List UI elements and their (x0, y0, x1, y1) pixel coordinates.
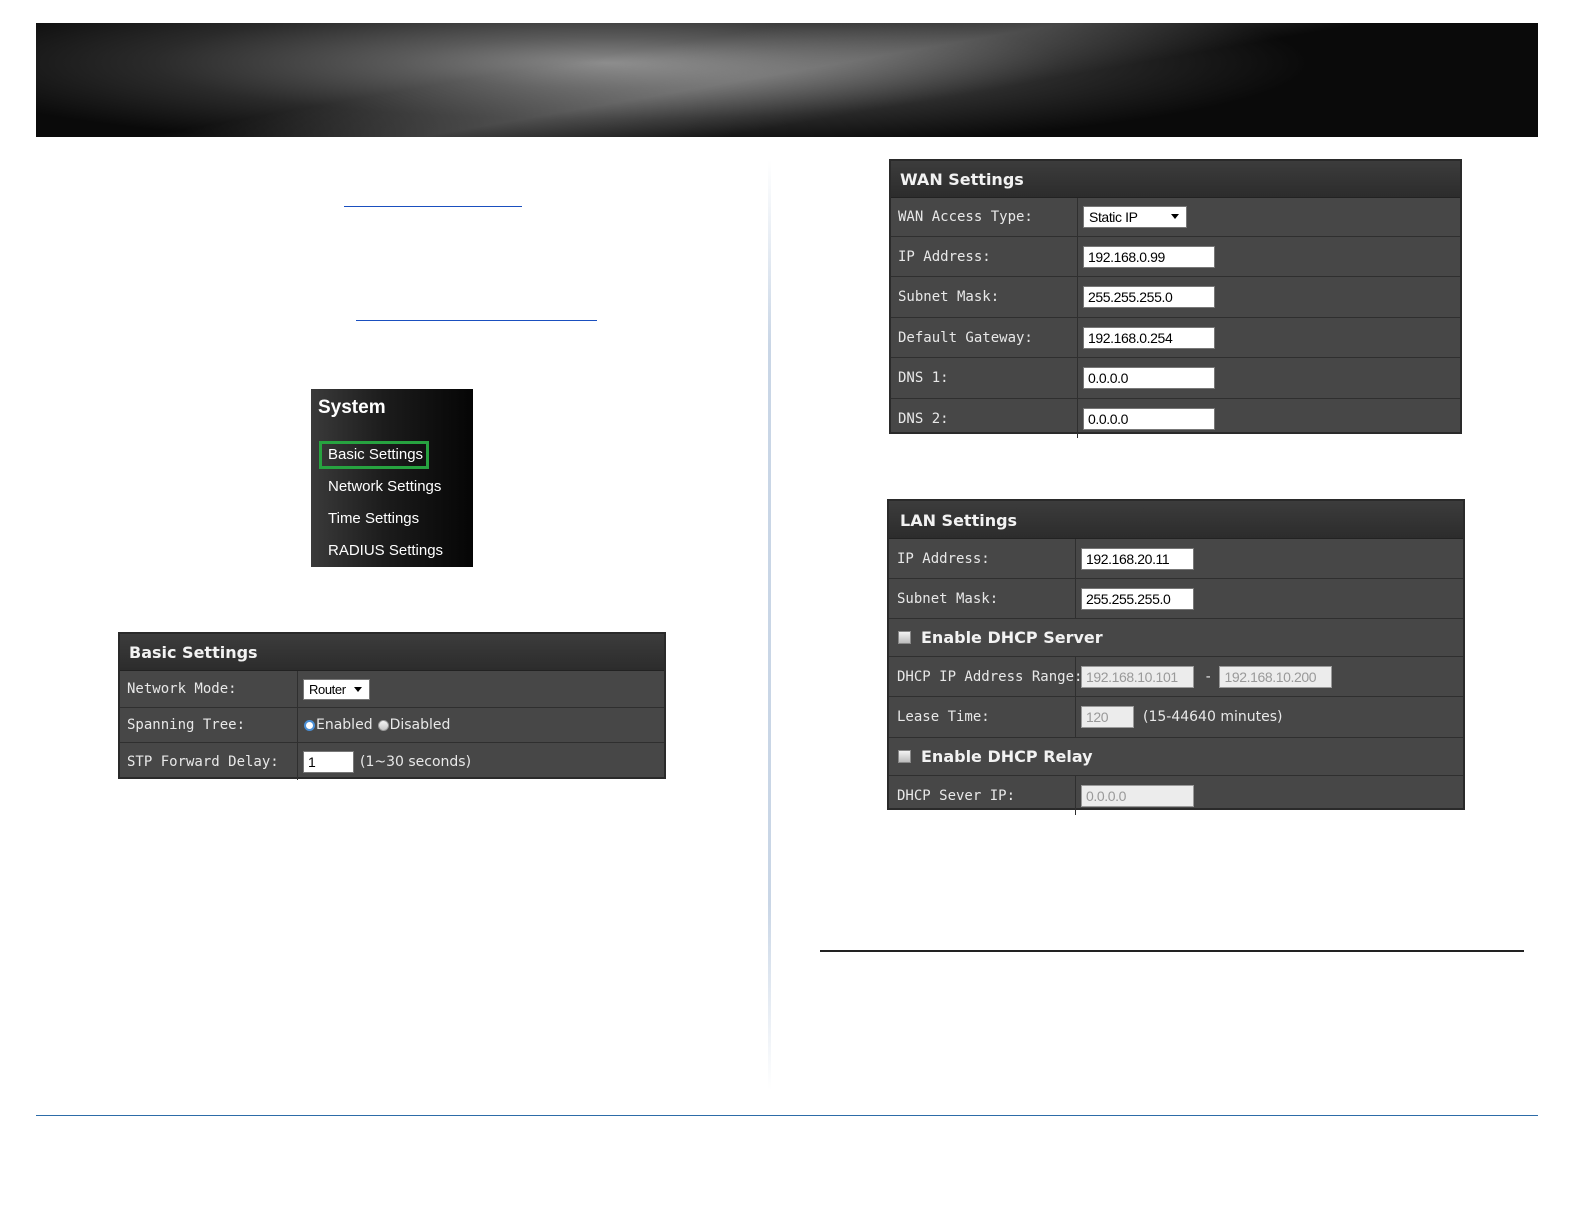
basic-settings-panel: Basic Settings Network Mode: Router Span… (118, 632, 666, 780)
wan-dns1-label: DNS 1: (891, 358, 1078, 398)
wan-dns1-row: DNS 1: 0.0.0.0 (891, 358, 1460, 399)
menu-item-time-settings[interactable]: Time Settings (328, 510, 419, 527)
spanning-tree-enabled-label: Enabled (316, 717, 373, 733)
wan-dns2-input[interactable]: 0.0.0.0 (1083, 407, 1215, 430)
lan-settings-title: LAN Settings (889, 501, 1463, 539)
wan-subnet-row: Subnet Mask: 255.255.255.0 (891, 277, 1460, 318)
system-menu-title: System (318, 397, 386, 418)
chevron-down-icon (354, 686, 362, 692)
wan-access-type-value: Static IP (1089, 209, 1138, 225)
link-underline-1[interactable] (344, 206, 522, 207)
wan-dns1-input[interactable]: 0.0.0.0 (1083, 367, 1215, 389)
wan-subnet-input[interactable]: 255.255.255.0 (1083, 286, 1215, 308)
menu-item-basic-settings[interactable]: Basic Settings (328, 446, 423, 463)
spanning-tree-disabled-radio[interactable] (377, 719, 389, 731)
spanning-tree-label: Spanning Tree: (120, 708, 298, 742)
wan-access-type-label: WAN Access Type: (891, 198, 1078, 236)
lan-ip-input[interactable]: 192.168.20.11 (1081, 547, 1194, 570)
wan-subnet-label: Subnet Mask: (891, 277, 1078, 317)
dhcp-server-ip-label: DHCP Sever IP: (889, 776, 1076, 815)
wan-gateway-label: Default Gateway: (891, 318, 1078, 357)
stp-forward-delay-label: STP Forward Delay: (120, 743, 298, 780)
dhcp-range-start-input[interactable]: 192.168.10.101 (1081, 665, 1194, 688)
wan-access-type-select[interactable]: Static IP (1083, 206, 1187, 228)
lan-subnet-label: Subnet Mask: (889, 579, 1076, 618)
lease-time-hint: (15-44640 minutes) (1143, 709, 1283, 725)
enable-dhcp-relay-row: Enable DHCP Relay (889, 738, 1463, 776)
network-mode-value: Router (309, 681, 346, 697)
lan-ip-row: IP Address: 192.168.20.11 (889, 539, 1463, 579)
enable-dhcp-server-label: Enable DHCP Server (921, 628, 1103, 647)
wan-dns2-label: DNS 2: (891, 399, 1078, 438)
network-mode-select[interactable]: Router (303, 678, 370, 700)
dhcp-server-ip-row: DHCP Sever IP: 0.0.0.0 (889, 776, 1463, 815)
enable-dhcp-server-checkbox[interactable] (898, 631, 911, 644)
stp-forward-delay-row: STP Forward Delay: 1 (1~30 seconds) (120, 743, 664, 780)
menu-item-network-settings[interactable]: Network Settings (328, 478, 441, 495)
lease-time-label: Lease Time: (889, 697, 1076, 737)
lan-subnet-row: Subnet Mask: 255.255.255.0 (889, 579, 1463, 619)
lan-ip-label: IP Address: (889, 539, 1076, 578)
dhcp-range-separator: - (1204, 668, 1213, 685)
dhcp-range-row: DHCP IP Address Range: 192.168.10.101 - … (889, 657, 1463, 697)
wan-settings-panel: WAN Settings WAN Access Type: Static IP … (889, 159, 1462, 438)
wan-settings-title: WAN Settings (891, 161, 1460, 198)
column-divider (768, 160, 771, 1090)
chevron-down-icon (1171, 214, 1179, 219)
spanning-tree-row: Spanning Tree: Enabled Disabled (120, 708, 664, 743)
lan-subnet-input[interactable]: 255.255.255.0 (1081, 587, 1194, 610)
network-mode-row: Network Mode: Router (120, 671, 664, 708)
link-underline-2[interactable] (356, 320, 597, 321)
lease-time-input[interactable]: 120 (1081, 706, 1134, 728)
basic-settings-title: Basic Settings (120, 634, 664, 671)
stp-forward-delay-input[interactable]: 1 (303, 750, 354, 773)
lease-time-row: Lease Time: 120 (15-44640 minutes) (889, 697, 1463, 738)
section-rule (820, 950, 1524, 952)
spanning-tree-enabled-radio[interactable] (304, 719, 315, 731)
wan-dns2-row: DNS 2: 0.0.0.0 (891, 399, 1460, 438)
menu-item-radius-settings[interactable]: RADIUS Settings (328, 542, 443, 559)
wan-ip-row: IP Address: 192.168.0.99 (891, 237, 1460, 277)
network-mode-label: Network Mode: (120, 671, 298, 707)
stp-forward-delay-hint: (1~30 seconds) (360, 753, 472, 770)
wan-ip-input[interactable]: 192.168.0.99 (1083, 245, 1215, 268)
dhcp-server-ip-input[interactable]: 0.0.0.0 (1081, 784, 1194, 807)
wan-access-type-row: WAN Access Type: Static IP (891, 198, 1460, 237)
lan-settings-panel: LAN Settings IP Address: 192.168.20.11 S… (887, 499, 1465, 815)
spanning-tree-disabled-label: Disabled (389, 717, 451, 733)
system-menu: System Basic Settings Network Settings T… (311, 389, 473, 567)
footer-rule (36, 1115, 1538, 1116)
enable-dhcp-server-row: Enable DHCP Server (889, 619, 1463, 657)
enable-dhcp-relay-checkbox[interactable] (898, 750, 911, 763)
wan-ip-label: IP Address: (891, 237, 1078, 276)
dhcp-range-end-input[interactable]: 192.168.10.200 (1219, 665, 1333, 688)
wan-gateway-input[interactable]: 192.168.0.254 (1083, 326, 1215, 349)
header-banner-sheen (36, 23, 1538, 137)
dhcp-range-label: DHCP IP Address Range: (889, 657, 1082, 696)
enable-dhcp-relay-label: Enable DHCP Relay (921, 747, 1093, 766)
wan-gateway-row: Default Gateway: 192.168.0.254 (891, 318, 1460, 358)
